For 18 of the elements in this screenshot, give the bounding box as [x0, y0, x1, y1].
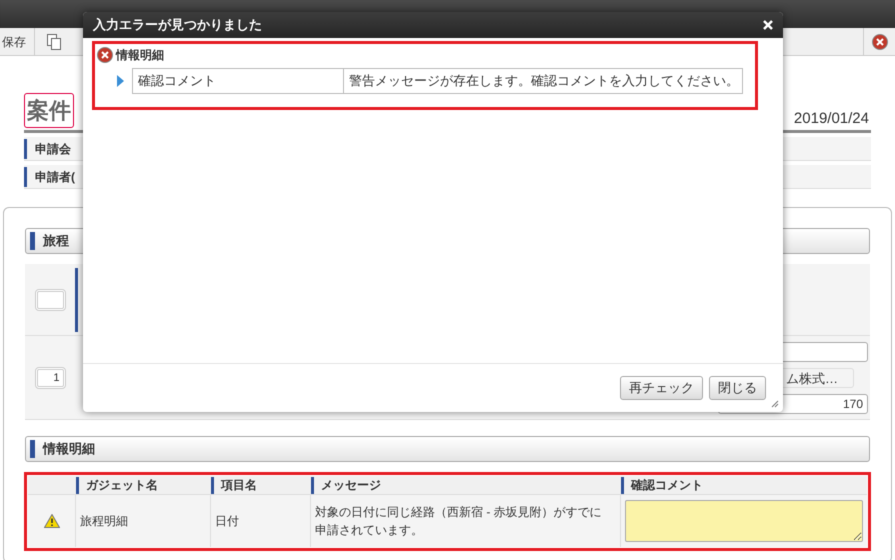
section-title: 旅程: [43, 232, 69, 250]
table-cell: 対象の日付に同じ経路（西新宿 - 赤坂見附）がすでに申請されています。: [311, 495, 621, 547]
field-label: 申請会: [35, 140, 71, 158]
column-header: 項目名: [221, 477, 257, 494]
column-header: 確認コメント: [631, 477, 703, 494]
dialog-title: 入力エラーが見つかりました: [93, 16, 262, 34]
date-text: 2019/01/24: [794, 108, 869, 128]
table-cell: 旅程明細: [76, 495, 211, 547]
field-label: 申請者(: [35, 168, 75, 186]
error-message: 警告メッセージが存在します。確認コメントを入力してください。: [349, 72, 739, 90]
error-field: 確認コメント: [138, 71, 216, 91]
column-header: ガジェット名: [86, 477, 158, 494]
section-title: 情報明細: [43, 440, 95, 458]
table-cell: 日付: [211, 495, 311, 547]
column-header: メッセージ: [321, 477, 381, 494]
case-title: 案件: [24, 93, 74, 128]
row-number: 1: [34, 366, 66, 388]
group-title: 情報明細: [116, 47, 164, 64]
